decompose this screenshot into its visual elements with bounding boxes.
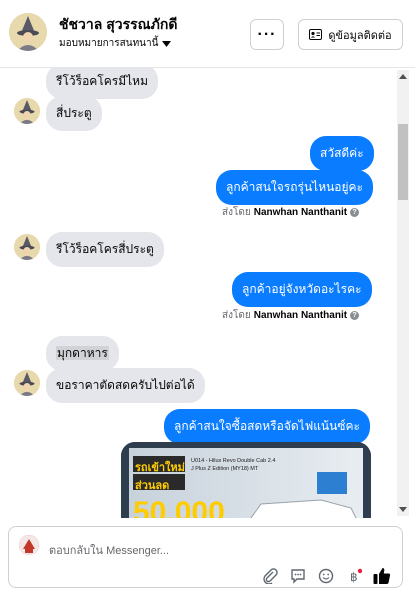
reply-input[interactable]: ตอบกลับใน Messenger...	[49, 541, 169, 559]
message-text: รีโว้ร็อคโครมีไหม	[56, 74, 148, 88]
message-text: รีโว้ร็อคโครสี่ประตู	[56, 242, 154, 256]
svg-text:฿: ฿	[350, 570, 358, 584]
outgoing-message[interactable]: สวัสดีค่ะ	[310, 136, 374, 171]
promo-amount: 50,000	[133, 496, 225, 518]
payment-icon[interactable]: ฿	[345, 567, 363, 585]
message-text: ลูกค้าสนใจรถรุ่นไหนอยู่คะ	[226, 180, 364, 194]
incoming-message[interactable]: รีโว้ร็อคโครมีไหม	[46, 68, 158, 99]
info-icon[interactable]: ?	[350, 311, 360, 320]
assign-conversation-dropdown[interactable]: มอบหมายการสนทนานี้	[59, 36, 172, 51]
message-text: ขอราคาตัดสดครับไปต่อได้	[56, 378, 195, 392]
sender-name: Nanwhan Nanthanit	[253, 207, 348, 218]
contact-avatar-small	[14, 370, 40, 396]
sent-by-note: ส่งโดย Nanwhan Nanthanit ?	[222, 205, 360, 220]
like-thumb-icon[interactable]	[371, 565, 393, 587]
info-icon[interactable]: ?	[350, 208, 360, 217]
message-text: มุกดาหาร	[56, 346, 109, 360]
promo-subhead: ส่วนลด	[135, 480, 170, 492]
incoming-message[interactable]: มุกดาหาร	[46, 336, 119, 371]
caret-down-icon	[162, 40, 172, 47]
message-text: สี่ประตู	[56, 106, 92, 120]
sent-by-prefix: ส่งโดย	[222, 207, 251, 218]
sender-name: Nanwhan Nanthanit	[253, 310, 348, 321]
message-text: ลูกค้าอยู่จังหวัดอะไรคะ	[242, 282, 362, 296]
contact-avatar-small	[14, 234, 40, 260]
promo-spec-line1: U014 - Hilux Revo Double Cab 2.4	[191, 458, 276, 464]
emoji-icon[interactable]	[317, 567, 335, 585]
contact-avatar[interactable]	[9, 13, 47, 51]
promo-image-attachment[interactable]: รถเข้าใหม่ ส่วนลด 50,000 U014 - Hilux Re…	[121, 442, 371, 518]
incoming-message[interactable]: รีโว้ร็อคโครสี่ประตู	[46, 232, 164, 267]
promo-headline: รถเข้าใหม่	[135, 462, 185, 474]
outgoing-message[interactable]: ลูกค้าสนใจรถรุ่นไหนอยู่คะ	[216, 170, 374, 205]
contact-name: ชัชวาล สุวรรณภักดี	[59, 16, 178, 32]
reply-composer[interactable]: ตอบกลับใน Messenger... ฿	[8, 526, 403, 588]
page-avatar	[19, 535, 39, 555]
contact-avatar-small	[14, 98, 40, 124]
outgoing-message[interactable]: ลูกค้าสนใจซื้อสดหรือจัดไฟแน้นซ์คะ	[164, 409, 370, 444]
sent-by-prefix: ส่งโดย	[222, 310, 251, 321]
contact-card-icon	[309, 29, 323, 40]
attach-icon[interactable]	[261, 567, 279, 585]
thread-scrollbar[interactable]	[397, 70, 409, 516]
incoming-message[interactable]: สี่ประตู	[46, 96, 102, 131]
more-options-button[interactable]: ···	[250, 19, 284, 50]
scroll-down-arrow-icon[interactable]	[399, 507, 407, 512]
message-text: สวัสดีค่ะ	[320, 146, 364, 160]
more-icon: ···	[257, 25, 277, 43]
outgoing-message[interactable]: ลูกค้าอยู่จังหวัดอะไรคะ	[232, 272, 372, 307]
view-contact-button[interactable]: ดูข้อมูลติดต่อ	[298, 19, 403, 50]
conversation-header: ชัชวาล สุวรรณภักดี มอบหมายการสนทนานี้ ··…	[0, 0, 415, 68]
message-text: ลูกค้าสนใจซื้อสดหรือจัดไฟแน้นซ์คะ	[174, 419, 360, 433]
saved-replies-icon[interactable]	[289, 567, 307, 585]
promo-spec-line2: J Plus Z Edition (MY18) MT	[191, 466, 259, 472]
assign-label: มอบหมายการสนทนานี้	[59, 38, 159, 49]
incoming-message[interactable]: ขอราคาตัดสดครับไปต่อได้	[46, 368, 205, 403]
scroll-up-arrow-icon[interactable]	[399, 74, 407, 79]
view-contact-label: ดูข้อมูลติดต่อ	[328, 29, 392, 42]
scroll-thumb[interactable]	[398, 124, 408, 200]
message-thread[interactable]: รีโว้ร็อคโครมีไหม สี่ประตู สวัสดีค่ะ ลูก…	[0, 68, 415, 518]
sent-by-note: ส่งโดย Nanwhan Nanthanit ?	[222, 308, 360, 323]
